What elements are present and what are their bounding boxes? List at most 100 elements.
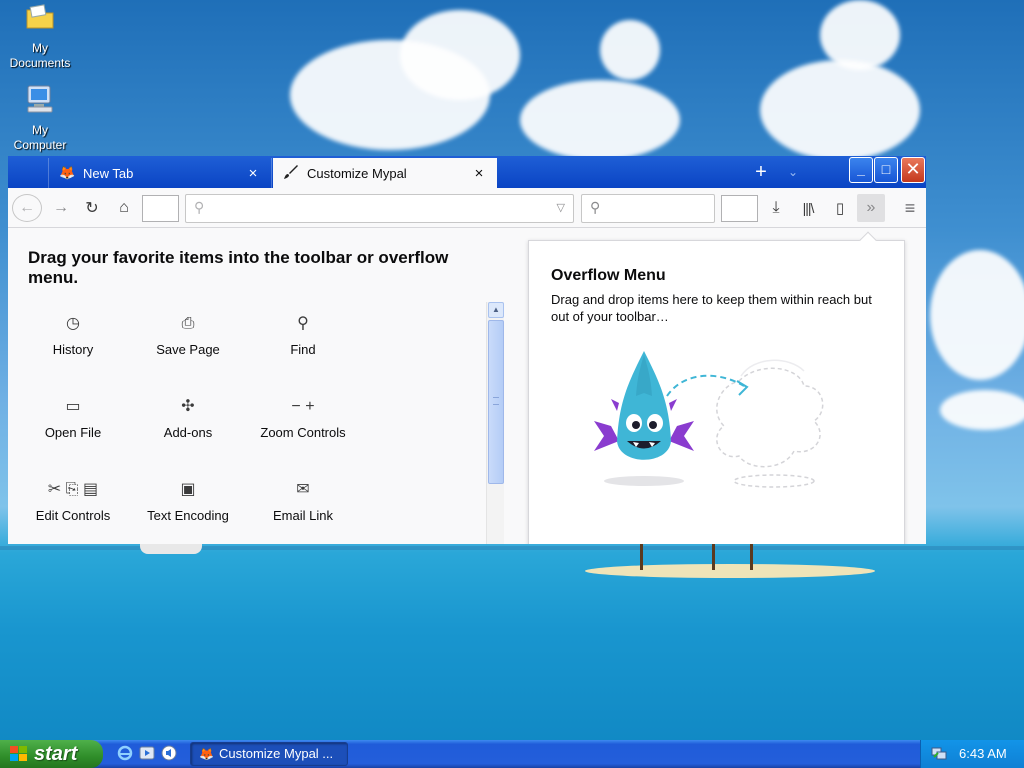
overflow-menu-button[interactable]: » [857,194,885,222]
customize-page: Drag your favorite items into the toolba… [8,228,926,544]
palette-scrollbar[interactable]: ▲ [486,302,504,544]
taskbar-button-label: Customize Mypal ... [219,746,334,761]
palette-item-edit-controls[interactable]: ✂ ⎘ ▤ Edit Controls [18,478,128,542]
palette-item-label: Zoom Controls [260,425,346,440]
network-icon[interactable] [931,745,947,764]
open-file-icon: ▭ [65,398,81,415]
palette-item-save-page[interactable]: ⎙ Save Page [133,312,243,376]
palette-item-add-ons[interactable]: ✣ Add-ons [133,395,243,459]
palette-item-open-file[interactable]: ▭ Open File [18,395,128,459]
windows-logo-icon [10,746,28,762]
hamburger-menu-button[interactable]: ≡ [898,194,922,222]
overflow-menu-panel: Overflow Menu Drag and drop items here t… [528,231,905,544]
forward-button[interactable]: → [48,194,74,222]
tab-label: New Tab [83,165,134,181]
library-button[interactable]: |||\ [794,194,822,222]
page-title: Drag your favorite items into the toolba… [28,248,449,287]
navigation-toolbar: ← → ↻ ⌂ ⚲ ▽ ⚲ ⤓ |||\ ▯ » ≡ [8,188,926,228]
url-bar[interactable]: ⚲ ▽ [185,194,574,223]
palette-item-label: History [52,342,94,357]
search-icon: ⚲ [590,199,601,215]
text-encoding-icon: ▣ [180,481,196,498]
desktop-icon-label: Computer [13,138,67,152]
customize-palette: ◷ History ⎙ Save Page ⚲ Find ▭ Open File… [18,300,484,544]
cloud [940,390,1024,430]
cloud [760,60,920,160]
tab-strip: 🦊 New Tab × Customize Mypal × + ⌄ _ □ ✕ [8,156,926,188]
zoom-controls-icon: − + [291,398,315,415]
search-icon: ⚲ [194,199,205,215]
search-bar[interactable]: ⚲ [581,194,715,223]
desktop-icon-my-computer[interactable]: My Computer [2,84,78,153]
media-icon[interactable] [138,745,156,763]
desktop-icon-label: My [32,123,48,137]
palette-item-label: Email Link [273,508,333,523]
tab-customize-mypal[interactable]: Customize Mypal × [273,158,497,188]
back-button[interactable]: ← [12,194,42,222]
close-tab-icon[interactable]: × [245,165,261,182]
palette-item-label: Add-ons [163,425,213,440]
desktop-icon-my-documents[interactable]: My Documents [2,2,78,71]
island [585,564,875,578]
boat [140,544,202,554]
desktop-icon-label: Documents [9,56,71,70]
palm-tree [712,544,715,570]
cloud [520,80,680,160]
palm-tree [750,544,753,570]
paintbrush-icon [283,164,299,183]
home-button[interactable]: ⌂ [112,194,136,222]
tab-label: Customize Mypal [307,165,407,181]
cloud [930,250,1024,380]
edit-controls-icon: ✂ ⎘ ▤ [47,481,99,498]
palette-item-zoom-controls[interactable]: − + Zoom Controls [248,395,358,459]
palette-item-email-link[interactable]: ✉ Email Link [248,478,358,542]
cloud [600,20,660,80]
reload-button[interactable]: ↻ [80,194,104,222]
mypal-logo-icon: 🦊 [59,165,76,180]
start-button[interactable]: start [0,740,103,768]
magnifier-icon: ⚲ [297,315,309,332]
palette-item-label: Save Page [156,342,220,357]
maximize-button[interactable]: □ [874,157,898,183]
overflow-panel-title: Overflow Menu [551,267,666,284]
close-tab-icon[interactable]: × [471,165,487,182]
minimize-button[interactable]: _ [849,157,873,183]
flexible-space-placeholder[interactable] [721,195,758,222]
volume-icon[interactable] [160,745,178,763]
palette-item-find[interactable]: ⚲ Find [248,312,358,376]
cloud [400,10,520,100]
envelope-icon: ✉ [296,481,310,498]
start-label: start [34,743,78,765]
puzzle-icon: ✣ [181,398,195,415]
panel-arrow [859,231,877,249]
mypal-logo-icon: 🦊 [199,747,214,761]
palette-item-label: Edit Controls [35,508,111,523]
clock: 6:43 AM [959,746,1007,761]
clock-icon: ◷ [66,315,80,332]
desktop-icon-label: My [32,41,48,55]
cloud [820,0,900,70]
taskbar-button-customize-mypal[interactable]: 🦊 Customize Mypal ... [190,742,348,766]
browser-window: 🦊 New Tab × Customize Mypal × + ⌄ _ □ ✕ … [8,156,926,544]
palette-item-text-encoding[interactable]: ▣ Text Encoding [133,478,243,542]
scroll-thumb[interactable] [488,320,504,484]
computer-icon [2,84,78,121]
palette-item-label: Open File [44,425,102,440]
chevron-down-icon[interactable]: ▽ [557,201,565,214]
tab-new-tab[interactable]: 🦊 New Tab × [48,158,272,188]
save-page-icon: ⎙ [181,315,195,332]
download-button[interactable]: ⤓ [764,194,788,222]
new-tab-button[interactable]: + [750,160,772,184]
sidebar-button[interactable]: ▯ [826,194,854,222]
flexible-space-placeholder[interactable] [142,195,179,222]
taskbar: start 🦊 Customize Mypal ... 6:43 AM [0,740,1024,768]
all-tabs-menu-button[interactable]: ⌄ [782,160,804,184]
palette-item-label: Find [290,342,316,357]
grip-icon [493,397,499,405]
scroll-up-button[interactable]: ▲ [488,302,504,318]
close-window-button[interactable]: ✕ [901,157,925,183]
palm-tree [640,544,643,570]
palette-item-history[interactable]: ◷ History [18,312,128,376]
ie-icon[interactable] [116,745,134,763]
system-tray: 6:43 AM [920,740,1024,768]
